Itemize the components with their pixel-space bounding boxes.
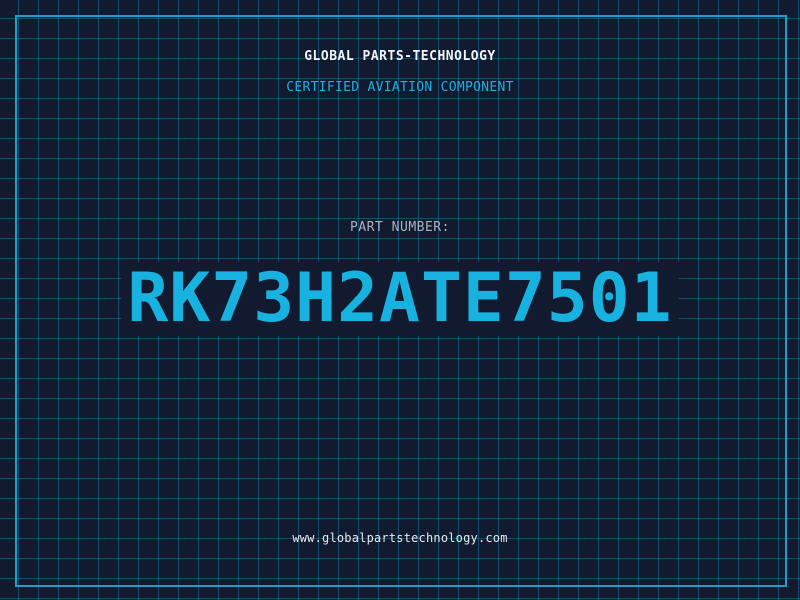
part-number-container: RK73H2ATE7501	[0, 262, 800, 336]
certification-subtitle: CERTIFIED AVIATION COMPONENT	[286, 80, 514, 95]
label-canvas: { "header": { "company": "GLOBAL PARTS-T…	[0, 0, 800, 600]
part-number-value: RK73H2ATE7501	[121, 262, 679, 336]
website-url: www.globalpartstechnology.com	[292, 531, 508, 545]
part-number-label: PART NUMBER:	[350, 220, 450, 235]
company-name: GLOBAL PARTS-TECHNOLOGY	[304, 49, 496, 64]
